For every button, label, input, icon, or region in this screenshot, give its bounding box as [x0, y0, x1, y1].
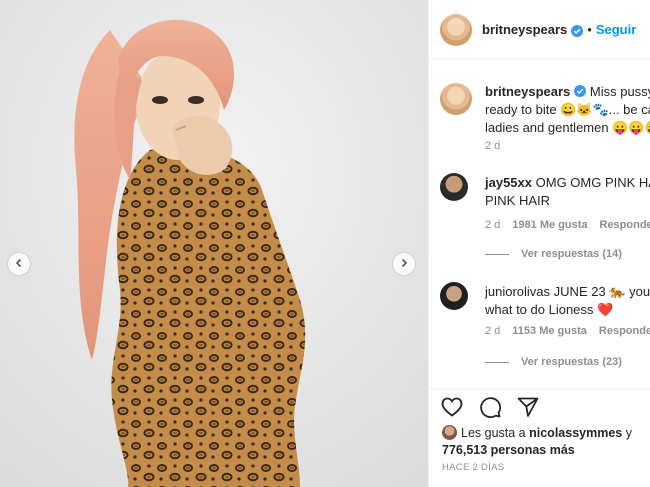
caption-meta: 2 d: [485, 140, 500, 152]
instagram-post-view: britneyspears • Seguir britneyspears Mis…: [0, 0, 650, 487]
liker-avatar[interactable]: [442, 425, 457, 440]
post-photo[interactable]: [0, 0, 428, 487]
author-avatar[interactable]: [440, 13, 472, 46]
view-replies-button[interactable]: Ver respuestas (14): [485, 248, 622, 260]
comment-username[interactable]: juniorolivas: [485, 284, 550, 299]
next-photo-button[interactable]: [393, 253, 415, 275]
caption-body: britneyspears Miss pussycat ready to bit…: [485, 83, 650, 137]
caption-time[interactable]: 2 d: [485, 140, 500, 152]
caption-username[interactable]: britneyspears: [485, 84, 570, 99]
comment-meta: 2 d 1153 Me gusta Responder: [485, 325, 650, 337]
comment-icon[interactable]: [478, 395, 502, 419]
reply-button[interactable]: Responder: [599, 325, 650, 337]
previous-photo-button[interactable]: [8, 253, 30, 275]
comment-body: juniorolivas JUNE 23 🐅 you know what to …: [485, 283, 650, 319]
caption-item: britneyspears Miss pussycat ready to bit…: [440, 83, 650, 163]
post-side-panel: britneyspears • Seguir britneyspears Mis…: [428, 0, 650, 487]
replies-divider: [485, 253, 509, 255]
liker-username[interactable]: nicolassymmes: [529, 426, 622, 440]
post-header: britneyspears • Seguir: [429, 0, 650, 60]
comment-username[interactable]: jay55xx: [485, 175, 532, 190]
follow-button[interactable]: Seguir: [596, 22, 636, 37]
chevron-left-icon: [14, 255, 24, 273]
post-actions: Les gusta a nicolassymmes y 776,513 pers…: [429, 388, 650, 487]
comment-avatar[interactable]: [440, 173, 468, 201]
likes-others[interactable]: 776,513 personas más: [442, 443, 575, 457]
comment-meta: 2 d 1981 Me gusta Responder: [485, 219, 650, 231]
caption-avatar[interactable]: [440, 83, 472, 115]
chevron-right-icon: [399, 255, 409, 273]
comment-likes[interactable]: 1981 Me gusta: [512, 219, 587, 231]
view-replies-label: Ver respuestas (14): [521, 248, 622, 260]
view-replies-button[interactable]: Ver respuestas (23): [485, 356, 622, 368]
reply-button[interactable]: Responder: [600, 219, 650, 231]
comment-likes[interactable]: 1153 Me gusta: [512, 325, 587, 337]
posted-time[interactable]: HACE 2 DÍAS: [442, 462, 504, 473]
likes-summary: Les gusta a nicolassymmes y 776,513 pers…: [442, 425, 650, 459]
header-separator: •: [587, 22, 592, 37]
author-username[interactable]: britneyspears: [482, 22, 567, 37]
share-icon[interactable]: [516, 395, 540, 419]
comments-list[interactable]: britneyspears Miss pussycat ready to bit…: [429, 61, 650, 388]
comment-avatar[interactable]: [440, 282, 468, 310]
comment-time[interactable]: 2 d: [485, 219, 500, 231]
comment-item: juniorolivas JUNE 23 🐅 you know what to …: [440, 282, 650, 372]
likes-connector: y: [625, 426, 632, 440]
heart-icon[interactable]: [440, 395, 464, 419]
comment-body: jay55xx OMG OMG PINK HAIR PINK HAIR: [485, 174, 650, 210]
likes-prefix: Les gusta a: [461, 426, 526, 440]
comment-item: jay55xx OMG OMG PINK HAIR PINK HAIR 2 d …: [440, 173, 650, 263]
verified-icon: [571, 24, 584, 37]
comment-time[interactable]: 2 d: [485, 325, 500, 337]
photo-illustration: [0, 0, 428, 487]
action-icons: [440, 395, 540, 419]
replies-divider: [485, 361, 509, 363]
verified-icon: [574, 84, 587, 97]
view-replies-label: Ver respuestas (23): [521, 356, 622, 368]
